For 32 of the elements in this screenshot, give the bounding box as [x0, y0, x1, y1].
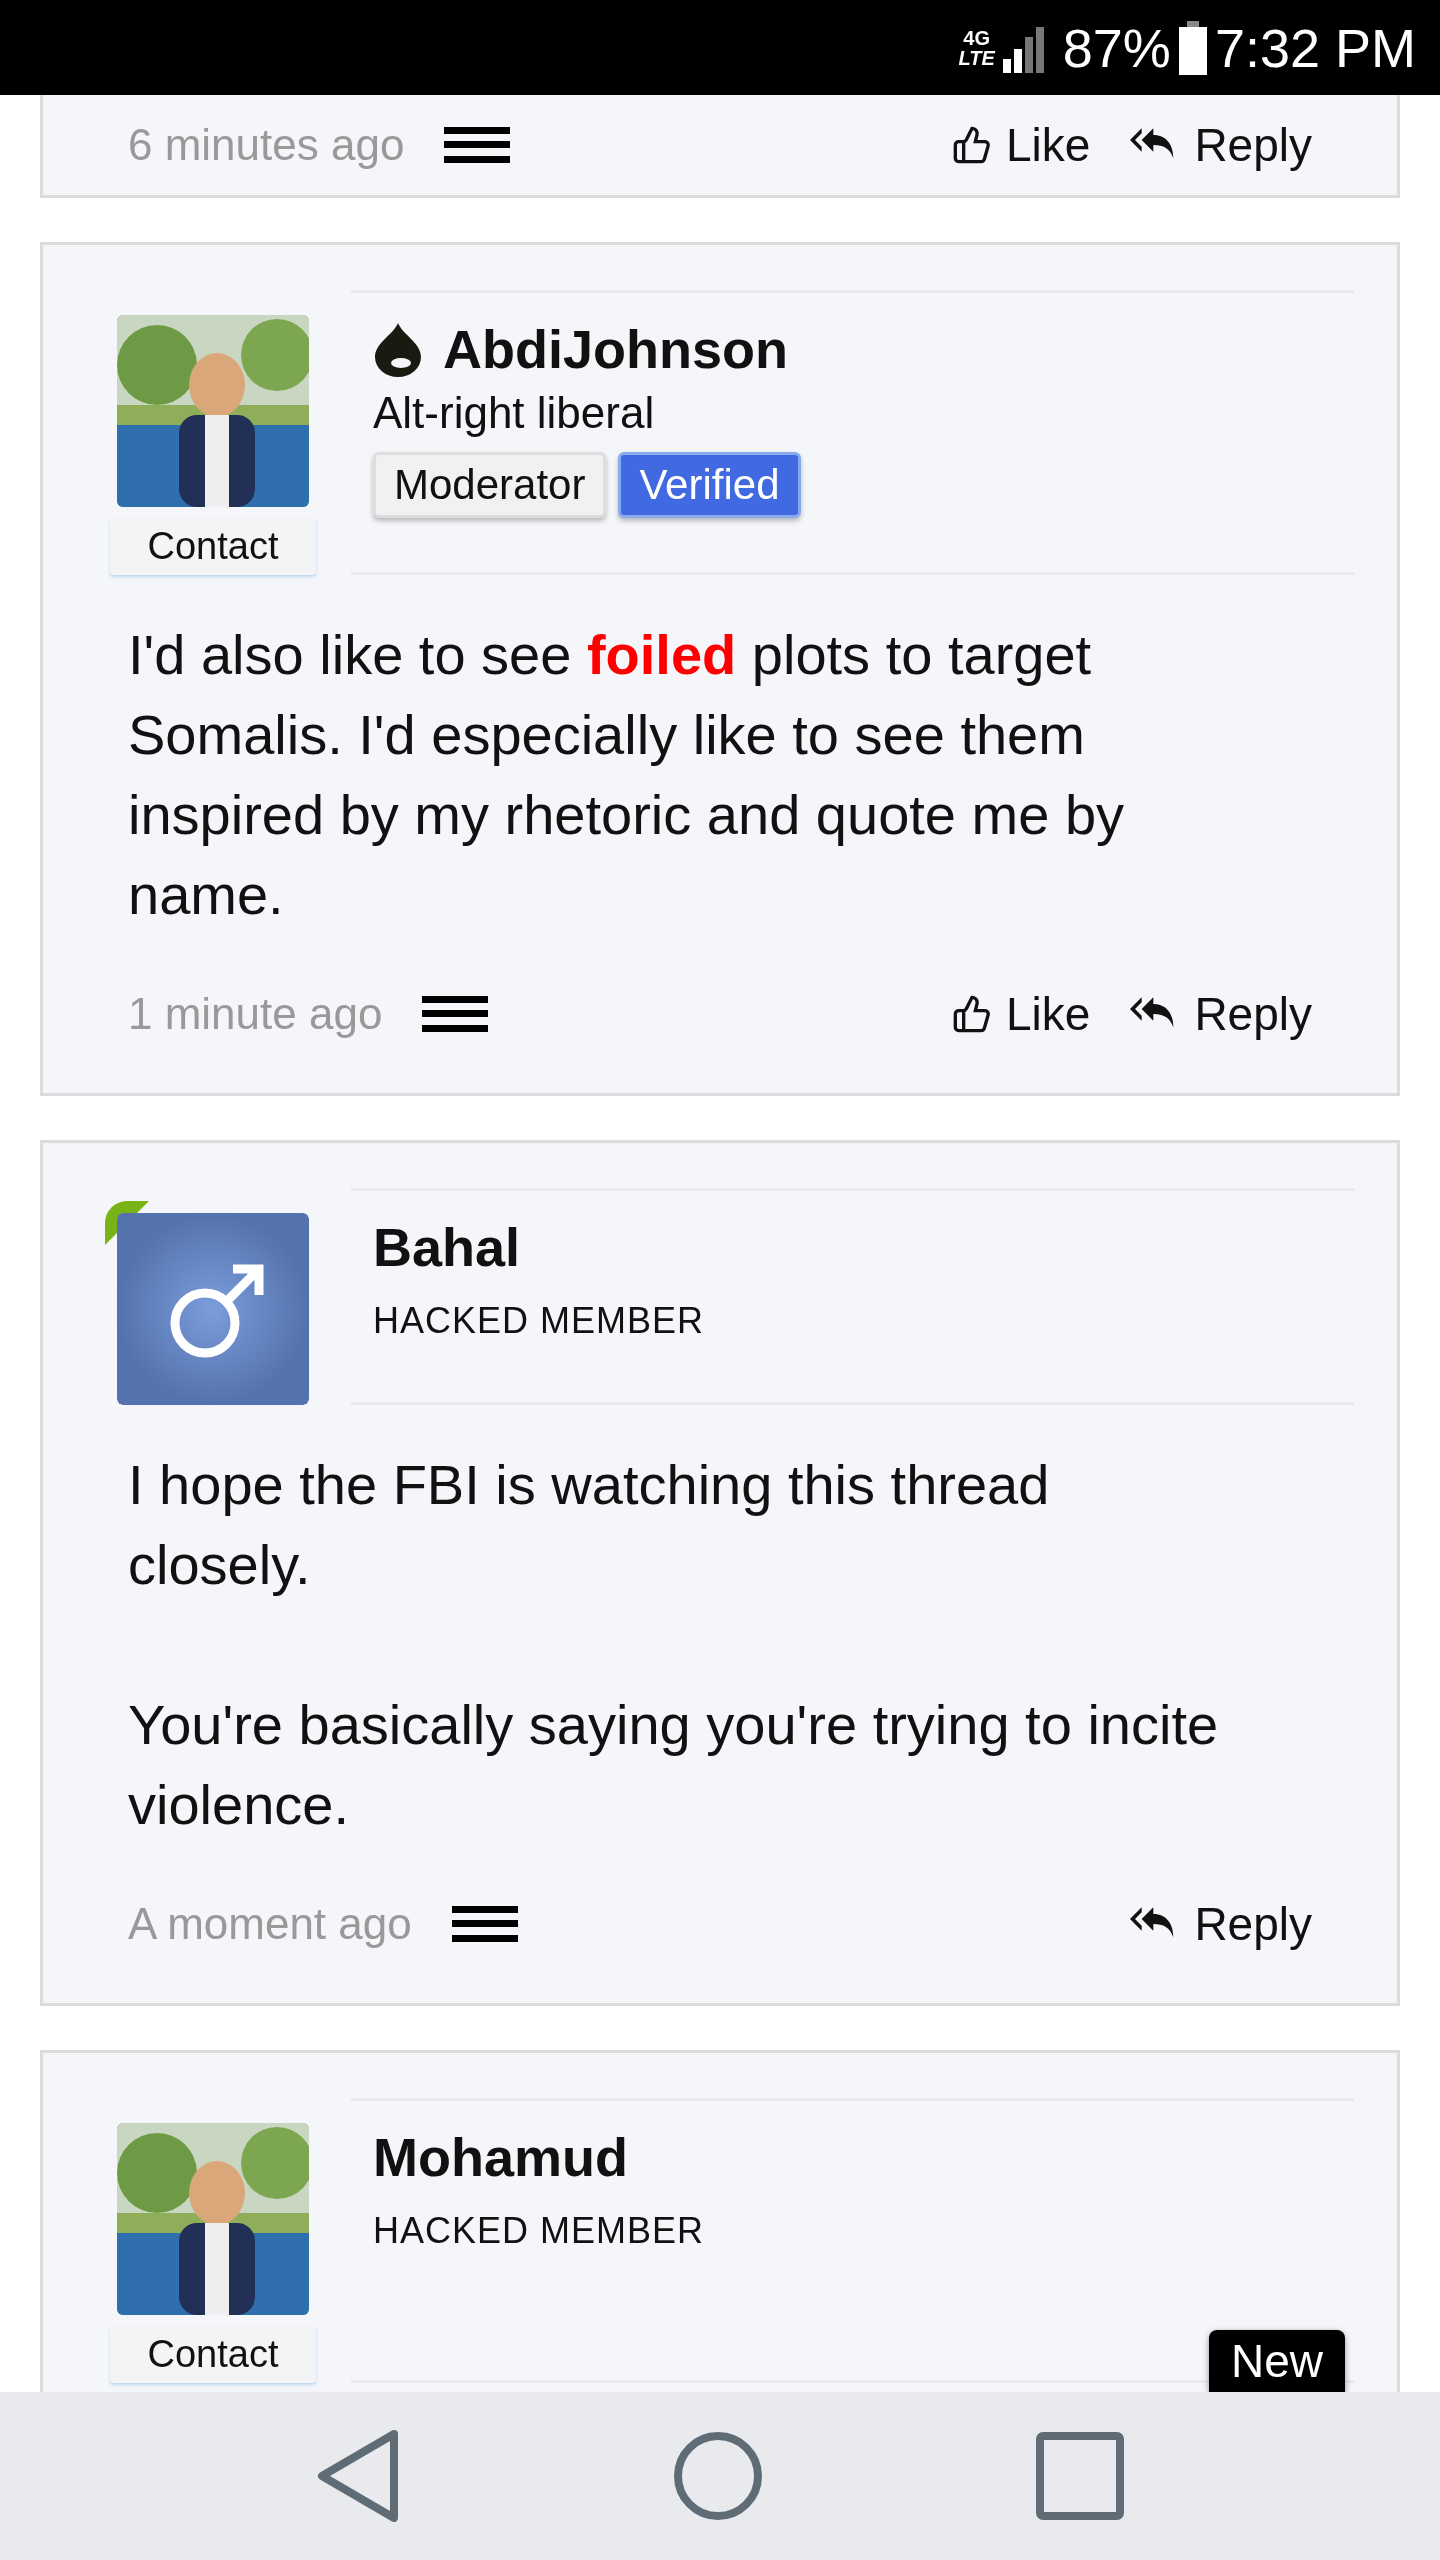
like-link[interactable]: Like — [952, 987, 1091, 1041]
clock: 7:32 PM — [1214, 16, 1416, 79]
user-rank: HACKED MEMBER — [373, 2210, 706, 2252]
role-badge: Moderator — [373, 452, 607, 518]
back-icon[interactable] — [316, 2430, 401, 2522]
menu-icon[interactable] — [451, 1906, 518, 1942]
user-rank: HACKED MEMBER — [373, 1300, 706, 1342]
post-text: You're basically saying you're trying to incite violence. — [128, 1692, 1220, 1838]
post-time: 1 minute ago — [128, 989, 383, 1039]
reply-link[interactable]: Reply — [1130, 118, 1312, 172]
menu-icon[interactable] — [422, 996, 489, 1032]
contact-button[interactable]: Contact — [110, 2325, 316, 2383]
battery-icon — [1178, 20, 1207, 75]
battery-percent: 87% — [1062, 16, 1171, 79]
post-text: I'd also like to see foiled plots to target Somalis. I'd especially like to see them inspired by my rhetoric and quote me by name. — [128, 622, 1126, 928]
contact-button[interactable]: Contact — [110, 517, 316, 575]
user-name[interactable]: AbdiJohnson — [443, 318, 788, 380]
network-indicator: 4G LTE — [958, 27, 995, 68]
post-text: I hope the FBI is watching this thread closely. — [128, 1452, 1051, 1598]
role-badge: Verified — [618, 452, 801, 518]
recent-apps-icon[interactable] — [1035, 2432, 1124, 2520]
new-badge[interactable]: New — [1208, 2330, 1345, 2392]
user-name[interactable]: Mohamud — [373, 2126, 628, 2188]
reply-link[interactable]: Reply — [1130, 1897, 1312, 1951]
user-name[interactable]: Bahal — [373, 1216, 521, 1278]
user-title: Alt-right liberal — [373, 388, 656, 438]
reply-link[interactable]: Reply — [1130, 987, 1312, 1041]
home-icon[interactable] — [673, 2431, 763, 2521]
like-link[interactable]: Like — [952, 118, 1091, 172]
menu-icon[interactable] — [444, 127, 511, 163]
post-time: A moment ago — [128, 1899, 412, 1949]
post-time: 6 minutes ago — [128, 120, 405, 170]
